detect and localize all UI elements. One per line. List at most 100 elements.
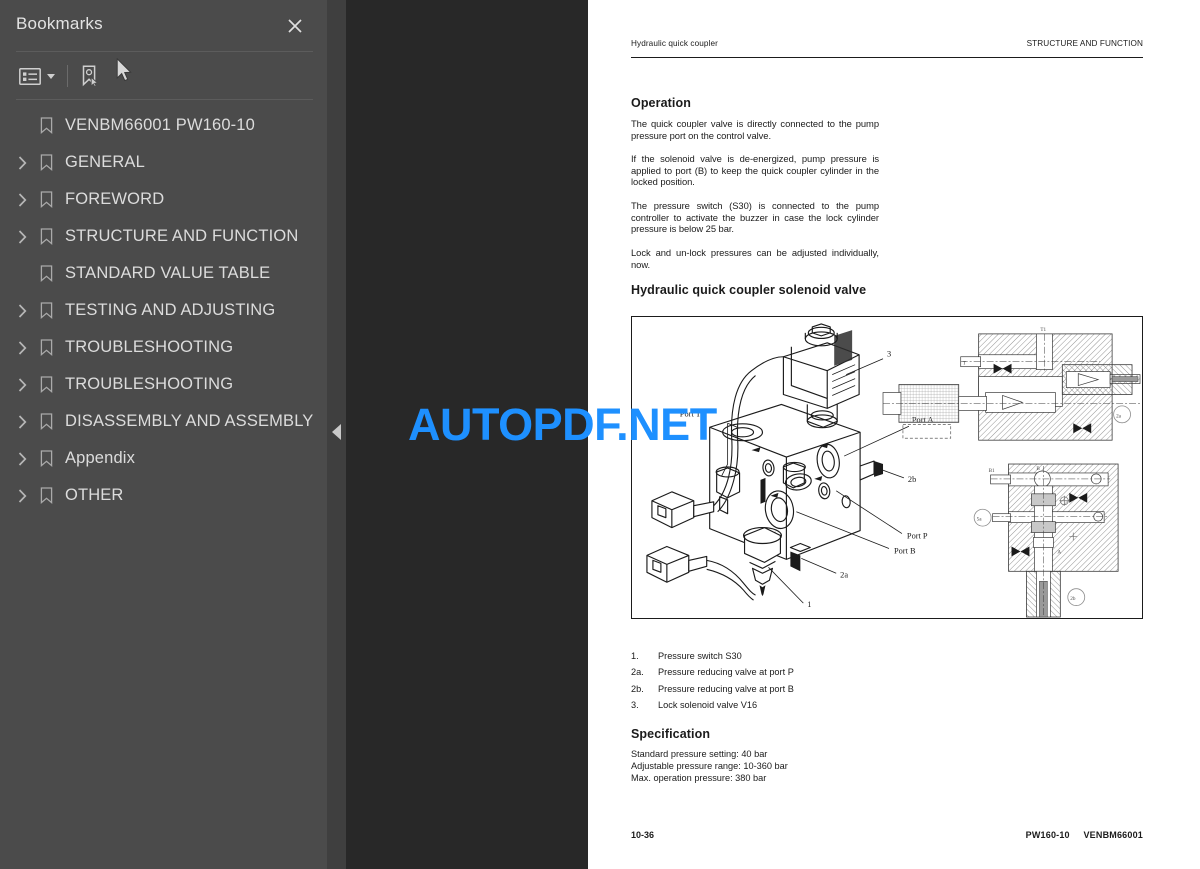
bookmarks-toolbar bbox=[16, 60, 103, 92]
panel-title: Bookmarks bbox=[16, 14, 103, 33]
legend-number: 3. bbox=[631, 699, 639, 710]
figure-callout-3: 3 bbox=[887, 350, 891, 359]
pdf-page: Hydraulic quick coupler STRUCTURE AND FU… bbox=[588, 0, 1200, 869]
header-rule bbox=[631, 57, 1143, 59]
legend-item: 3. Lock solenoid valve V16 bbox=[631, 697, 794, 713]
chevron-right-icon[interactable] bbox=[15, 229, 29, 244]
chevron-right-icon[interactable] bbox=[15, 192, 29, 207]
bookmark-icon bbox=[38, 413, 54, 431]
heading-specification: Specification bbox=[631, 727, 711, 741]
figure-solenoid-valve: Port T Port A Port P Port B 3 2b 2a 1 bbox=[631, 316, 1143, 619]
figure-callout-2a: 2a bbox=[840, 570, 848, 579]
legend-number: 1. bbox=[631, 651, 639, 661]
bookmark-label: TESTING AND ADJUSTING bbox=[65, 301, 276, 319]
bookmark-label: GENERAL bbox=[65, 153, 145, 171]
section-label-a: A bbox=[1057, 549, 1061, 555]
bookmark-item[interactable]: TROUBLESHOOTING bbox=[0, 329, 327, 366]
bookmark-item[interactable]: Appendix bbox=[0, 440, 327, 477]
mouse-cursor bbox=[116, 57, 133, 88]
bookmark-pointer-icon[interactable] bbox=[77, 61, 103, 91]
bookmark-icon bbox=[38, 191, 54, 209]
bookmark-item[interactable]: VENBM66001 PW160-10 bbox=[0, 107, 327, 144]
bookmark-list: VENBM66001 PW160-10 GENERAL FOREWORD STR… bbox=[0, 107, 327, 514]
bookmark-icon bbox=[38, 487, 54, 505]
chevron-right-icon[interactable] bbox=[15, 377, 29, 392]
bookmark-label: VENBM66001 PW160-10 bbox=[65, 116, 255, 134]
spec-line: Adjustable pressure range: 10-360 bar bbox=[631, 761, 788, 772]
chevron-down-icon bbox=[47, 73, 55, 79]
figure-callout-port-b: Port B bbox=[894, 546, 916, 555]
bookmark-item[interactable]: GENERAL bbox=[0, 144, 327, 181]
heading-operation: Operation bbox=[631, 96, 691, 110]
bookmark-item[interactable]: TROUBLESHOOTING bbox=[0, 366, 327, 403]
bookmark-label: STRUCTURE AND FUNCTION bbox=[65, 227, 299, 245]
close-icon[interactable] bbox=[285, 16, 305, 36]
header-divider bbox=[16, 51, 313, 52]
legend-item: 1. Pressure switch S30 bbox=[631, 648, 794, 664]
bookmark-icon bbox=[38, 228, 54, 246]
paragraph: If the solenoid valve is de-energized, p… bbox=[631, 153, 879, 188]
chevron-right-icon[interactable] bbox=[15, 451, 29, 466]
bookmark-icon bbox=[38, 265, 54, 283]
spec-line: Max. operation pressure: 380 bar bbox=[631, 773, 767, 784]
bookmarks-sidebar: Bookmarks VENBM66001 PW160-10 GENERAL FO… bbox=[0, 0, 327, 869]
heading-solenoid-valve: Hydraulic quick coupler solenoid valve bbox=[631, 283, 867, 297]
legend-text: Pressure reducing valve at port P bbox=[658, 667, 794, 678]
section-label-2a: 2a bbox=[1116, 413, 1122, 419]
toolbar-divider bbox=[67, 65, 68, 87]
section-label-b1: B1 bbox=[989, 468, 995, 474]
paragraph: Lock and un-lock pressures can be adjust… bbox=[631, 247, 879, 270]
bookmark-label: OTHER bbox=[65, 486, 124, 504]
bookmark-label: DISASSEMBLY AND ASSEMBLY bbox=[65, 412, 314, 430]
sidebar-header: Bookmarks bbox=[0, 0, 327, 52]
bookmark-label: Appendix bbox=[65, 449, 136, 467]
collapse-left-icon[interactable] bbox=[332, 424, 341, 440]
page-number: 10-36 bbox=[631, 830, 655, 840]
bookmark-item[interactable]: DISASSEMBLY AND ASSEMBLY bbox=[0, 403, 327, 440]
chevron-right-icon[interactable] bbox=[15, 340, 29, 355]
bookmark-icon bbox=[38, 450, 54, 468]
figure-callout-port-t: Port T bbox=[680, 409, 701, 418]
legend-number: 2b. bbox=[631, 683, 644, 694]
section-label-2b: 2b bbox=[1070, 596, 1076, 602]
footer-model: PW160-10 bbox=[1025, 830, 1070, 840]
chevron-right-icon[interactable] bbox=[15, 488, 29, 503]
bookmark-item[interactable]: STRUCTURE AND FUNCTION bbox=[0, 218, 327, 255]
page-footer-right: PW160-10 VENBM66001 bbox=[1015, 830, 1143, 840]
spec-line: Standard pressure setting: 40 bar bbox=[631, 749, 768, 759]
figure-drawing: Port T Port A Port P Port B 3 2b 2a 1 bbox=[646, 323, 1141, 618]
bookmark-icon bbox=[38, 117, 54, 135]
section-label-t1: T1 bbox=[1040, 327, 1046, 333]
toolbar-divider-line bbox=[16, 99, 313, 100]
bookmark-icon bbox=[38, 154, 54, 172]
chevron-right-icon[interactable] bbox=[15, 155, 29, 170]
bookmark-label: STANDARD VALUE TABLE bbox=[65, 264, 271, 282]
legend-number: 2a. bbox=[631, 667, 644, 678]
legend-item: 2b. Pressure reducing valve at port B bbox=[631, 681, 794, 697]
chevron-right-icon[interactable] bbox=[15, 414, 29, 429]
footer-code: VENBM66001 bbox=[1083, 830, 1143, 840]
bookmark-label: TROUBLESHOOTING bbox=[65, 375, 234, 393]
legend-item: 2a. Pressure reducing valve at port P bbox=[631, 664, 794, 680]
bookmark-item[interactable]: FOREWORD bbox=[0, 181, 327, 218]
section-label-b: B bbox=[1036, 466, 1040, 472]
figure-callout-port-p: Port P bbox=[907, 532, 928, 541]
specification-list: Standard pressure setting: 40 bar Adjust… bbox=[631, 748, 788, 785]
list-options-icon[interactable] bbox=[16, 61, 58, 91]
bookmark-item[interactable]: OTHER bbox=[0, 477, 327, 514]
bookmark-label: TROUBLESHOOTING bbox=[65, 338, 234, 356]
page-header-right: STRUCTURE AND FUNCTION bbox=[1026, 39, 1143, 48]
bookmark-item[interactable]: STANDARD VALUE TABLE bbox=[0, 255, 327, 292]
paragraph: The quick coupler valve is directly conn… bbox=[631, 118, 879, 141]
bookmark-icon bbox=[38, 302, 54, 320]
bookmark-item[interactable]: TESTING AND ADJUSTING bbox=[0, 292, 327, 329]
bookmark-icon bbox=[38, 376, 54, 394]
figure-callout-2b: 2b bbox=[908, 475, 916, 484]
figure-callout-1: 1 bbox=[807, 600, 811, 609]
figure-legend: 1. Pressure switch S30 2a. Pressure redu… bbox=[631, 648, 794, 713]
legend-text: Lock solenoid valve V16 bbox=[658, 699, 758, 710]
chevron-right-icon[interactable] bbox=[15, 303, 29, 318]
bookmark-label: FOREWORD bbox=[65, 190, 165, 208]
section-label-5a: 5a bbox=[977, 517, 983, 523]
legend-text: Pressure switch S30 bbox=[658, 651, 742, 661]
